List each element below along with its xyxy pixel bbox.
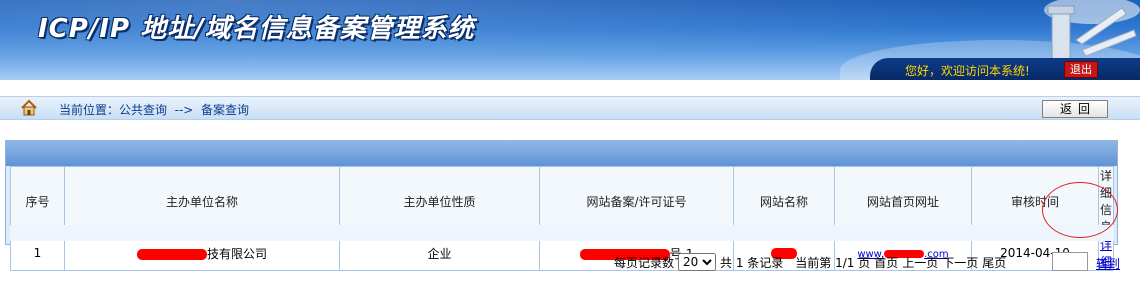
- next-page-link[interactable]: 下一页: [942, 254, 978, 271]
- prev-page-link[interactable]: 上一页: [902, 254, 938, 271]
- per-page-select[interactable]: 20: [678, 253, 717, 271]
- current-page: 当前第 1/1 页: [795, 255, 871, 270]
- total-count: 共 1 条记录: [720, 255, 784, 270]
- header-banner: ICP/IP 地址/域名信息备案管理系统 您好，欢迎访问本系统! 退出: [0, 0, 1140, 80]
- per-page-label: 每页记录数: [614, 255, 675, 270]
- panel-header: [6, 141, 1117, 166]
- logout-button[interactable]: 退出: [1064, 61, 1098, 78]
- breadcrumb: 当前位置：公共查询 --> 备案查询: [59, 103, 249, 117]
- pagination: 每页记录数 20 共 1 条记录 当前第 1/1 页 首页 上一页 下一页 尾页: [614, 253, 1006, 271]
- welcome-text: 您好，欢迎访问本系统!: [905, 64, 1030, 78]
- panel-footer: [10, 225, 1114, 241]
- last-page-link[interactable]: 尾页: [982, 254, 1006, 271]
- back-button[interactable]: 返回: [1042, 100, 1108, 118]
- redaction-mark: [136, 248, 207, 260]
- goto-link[interactable]: 转到: [1096, 255, 1120, 272]
- page-jump-input[interactable]: [1052, 252, 1088, 271]
- app-title: ICP/IP 地址/域名信息备案管理系统: [38, 14, 475, 44]
- first-page-link[interactable]: 首页: [874, 254, 898, 271]
- org-name-text: 技有限公司: [206, 246, 267, 261]
- results-panel: 序号 主办单位名称 主办单位性质 网站备案/许可证号 网站名称 网站首页网址 审…: [5, 140, 1118, 271]
- home-icon: [21, 99, 37, 116]
